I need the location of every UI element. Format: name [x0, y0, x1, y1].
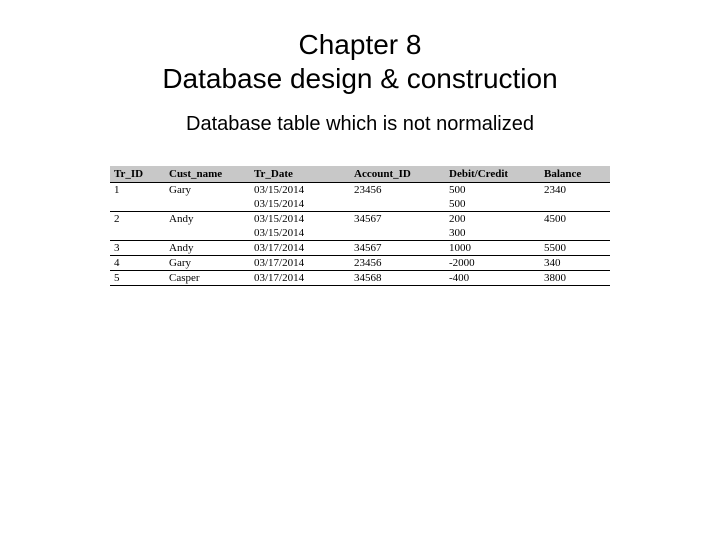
cell-account-id: 34568 — [350, 271, 445, 286]
data-table: Tr_ID Cust_name Tr_Date Account_ID Debit… — [110, 166, 610, 286]
cell-balance: 4500 — [540, 212, 610, 227]
cell-cust-name: Andy — [165, 241, 250, 256]
slide: Chapter 8 Database design & construction… — [0, 0, 720, 540]
table-row: 1Gary03/15/2014234565002340 — [110, 183, 610, 198]
cell-balance: 3800 — [540, 271, 610, 286]
cell-cust-name: Gary — [165, 183, 250, 198]
cell-balance: 2340 — [540, 183, 610, 198]
table-row: 2Andy03/15/2014345672004500 — [110, 212, 610, 227]
col-header-cust-name: Cust_name — [165, 166, 250, 183]
slide-subtitle: Database table which is not normalized — [40, 113, 680, 136]
cell-account-id: 34567 — [350, 241, 445, 256]
cell-account-id — [350, 226, 445, 241]
table-row: 03/15/2014 500 — [110, 197, 610, 212]
table-row: 5Casper03/17/201434568-4003800 — [110, 271, 610, 286]
cell-debit-credit: 500 — [445, 197, 540, 212]
table-row: 4Gary03/17/201423456-2000340 — [110, 256, 610, 271]
cell-tr-id: 1 — [110, 183, 165, 198]
cell-tr-id: 5 — [110, 271, 165, 286]
col-header-debit-credit: Debit/Credit — [445, 166, 540, 183]
cell-balance: 340 — [540, 256, 610, 271]
cell-cust-name — [165, 226, 250, 241]
cell-debit-credit: -2000 — [445, 256, 540, 271]
cell-cust-name — [165, 197, 250, 212]
cell-tr-date: 03/17/2014 — [250, 241, 350, 256]
title-line-1: Chapter 8 — [40, 28, 680, 62]
table-body: 1Gary03/15/201423456500234003/15/2014500… — [110, 183, 610, 286]
cell-debit-credit: 200 — [445, 212, 540, 227]
col-header-balance: Balance — [540, 166, 610, 183]
cell-debit-credit: 1000 — [445, 241, 540, 256]
cell-account-id: 34567 — [350, 212, 445, 227]
cell-account-id: 23456 — [350, 256, 445, 271]
cell-tr-id — [110, 226, 165, 241]
table-row: 3Andy03/17/20143456710005500 — [110, 241, 610, 256]
cell-tr-id: 4 — [110, 256, 165, 271]
cell-balance — [540, 197, 610, 212]
cell-cust-name: Gary — [165, 256, 250, 271]
table-header-row: Tr_ID Cust_name Tr_Date Account_ID Debit… — [110, 166, 610, 183]
title-line-2: Database design & construction — [40, 62, 680, 96]
table-container: Tr_ID Cust_name Tr_Date Account_ID Debit… — [110, 166, 610, 286]
cell-tr-id: 3 — [110, 241, 165, 256]
cell-debit-credit: -400 — [445, 271, 540, 286]
cell-tr-date: 03/15/2014 — [250, 197, 350, 212]
cell-debit-credit: 300 — [445, 226, 540, 241]
col-header-account-id: Account_ID — [350, 166, 445, 183]
cell-tr-id: 2 — [110, 212, 165, 227]
cell-tr-date: 03/15/2014 — [250, 212, 350, 227]
col-header-tr-date: Tr_Date — [250, 166, 350, 183]
cell-cust-name: Casper — [165, 271, 250, 286]
cell-cust-name: Andy — [165, 212, 250, 227]
cell-balance — [540, 226, 610, 241]
cell-account-id: 23456 — [350, 183, 445, 198]
cell-tr-date: 03/15/2014 — [250, 183, 350, 198]
cell-tr-id — [110, 197, 165, 212]
slide-title: Chapter 8 Database design & construction — [40, 28, 680, 95]
cell-balance: 5500 — [540, 241, 610, 256]
cell-account-id — [350, 197, 445, 212]
cell-debit-credit: 500 — [445, 183, 540, 198]
cell-tr-date: 03/17/2014 — [250, 271, 350, 286]
table-row: 03/15/2014 300 — [110, 226, 610, 241]
cell-tr-date: 03/15/2014 — [250, 226, 350, 241]
col-header-tr-id: Tr_ID — [110, 166, 165, 183]
cell-tr-date: 03/17/2014 — [250, 256, 350, 271]
